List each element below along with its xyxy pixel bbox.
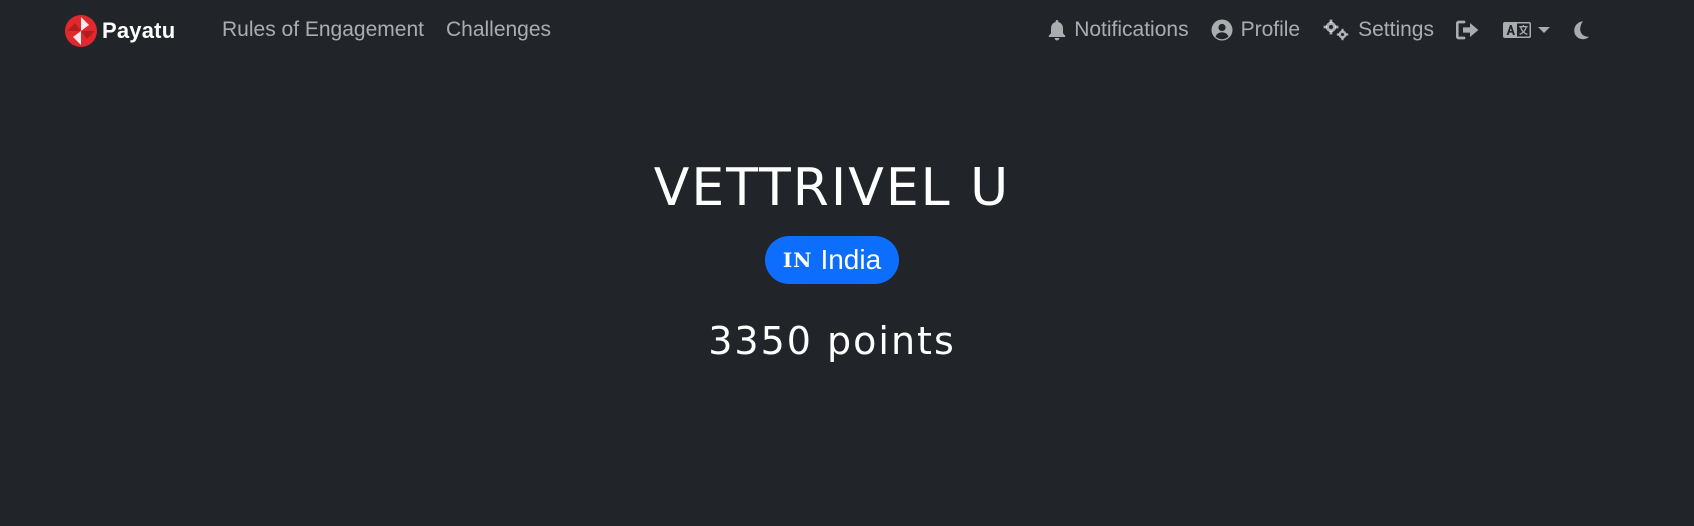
points-label: points	[827, 319, 956, 363]
moon-icon	[1572, 20, 1590, 40]
cogs-icon	[1322, 19, 1350, 41]
top-navbar: Payatu Rules of Engagement Challenges No…	[0, 0, 1694, 60]
nav-settings-label: Settings	[1358, 18, 1434, 41]
nav-notifications-label: Notifications	[1074, 18, 1189, 41]
nav-rules-of-engagement[interactable]: Rules of Engagement	[222, 16, 424, 44]
user-name-heading: VETTRIVEL U	[653, 158, 1011, 218]
language-dropdown[interactable]	[1502, 20, 1550, 40]
logout-button[interactable]	[1456, 20, 1480, 40]
user-circle-icon	[1211, 19, 1233, 41]
primary-nav: Rules of Engagement Challenges	[222, 16, 551, 44]
nav-profile-label: Profile	[1240, 18, 1301, 41]
payatu-logo-icon	[64, 14, 98, 48]
bell-icon	[1048, 19, 1066, 41]
nav-notifications[interactable]: Notifications	[1048, 16, 1189, 44]
country-badge: IN India	[764, 236, 900, 284]
profile-main: VETTRIVEL U IN India 3350 points	[0, 150, 1664, 364]
nav-profile[interactable]: Profile	[1211, 16, 1301, 44]
theme-toggle-button[interactable]	[1572, 20, 1590, 40]
country-name: India	[820, 244, 882, 275]
nav-challenges[interactable]: Challenges	[446, 16, 551, 44]
brand-link[interactable]: Payatu	[64, 14, 175, 48]
language-icon	[1502, 20, 1532, 40]
country-flag-code: IN	[782, 248, 813, 272]
chevron-down-icon	[1538, 27, 1550, 33]
brand-name: Payatu	[102, 18, 176, 43]
nav-settings[interactable]: Settings	[1322, 16, 1434, 44]
user-points: 3350 points	[0, 318, 1664, 364]
points-value: 3350	[708, 319, 813, 363]
secondary-nav: Notifications Profile Settings	[1048, 16, 1590, 44]
sign-out-icon	[1456, 20, 1480, 40]
